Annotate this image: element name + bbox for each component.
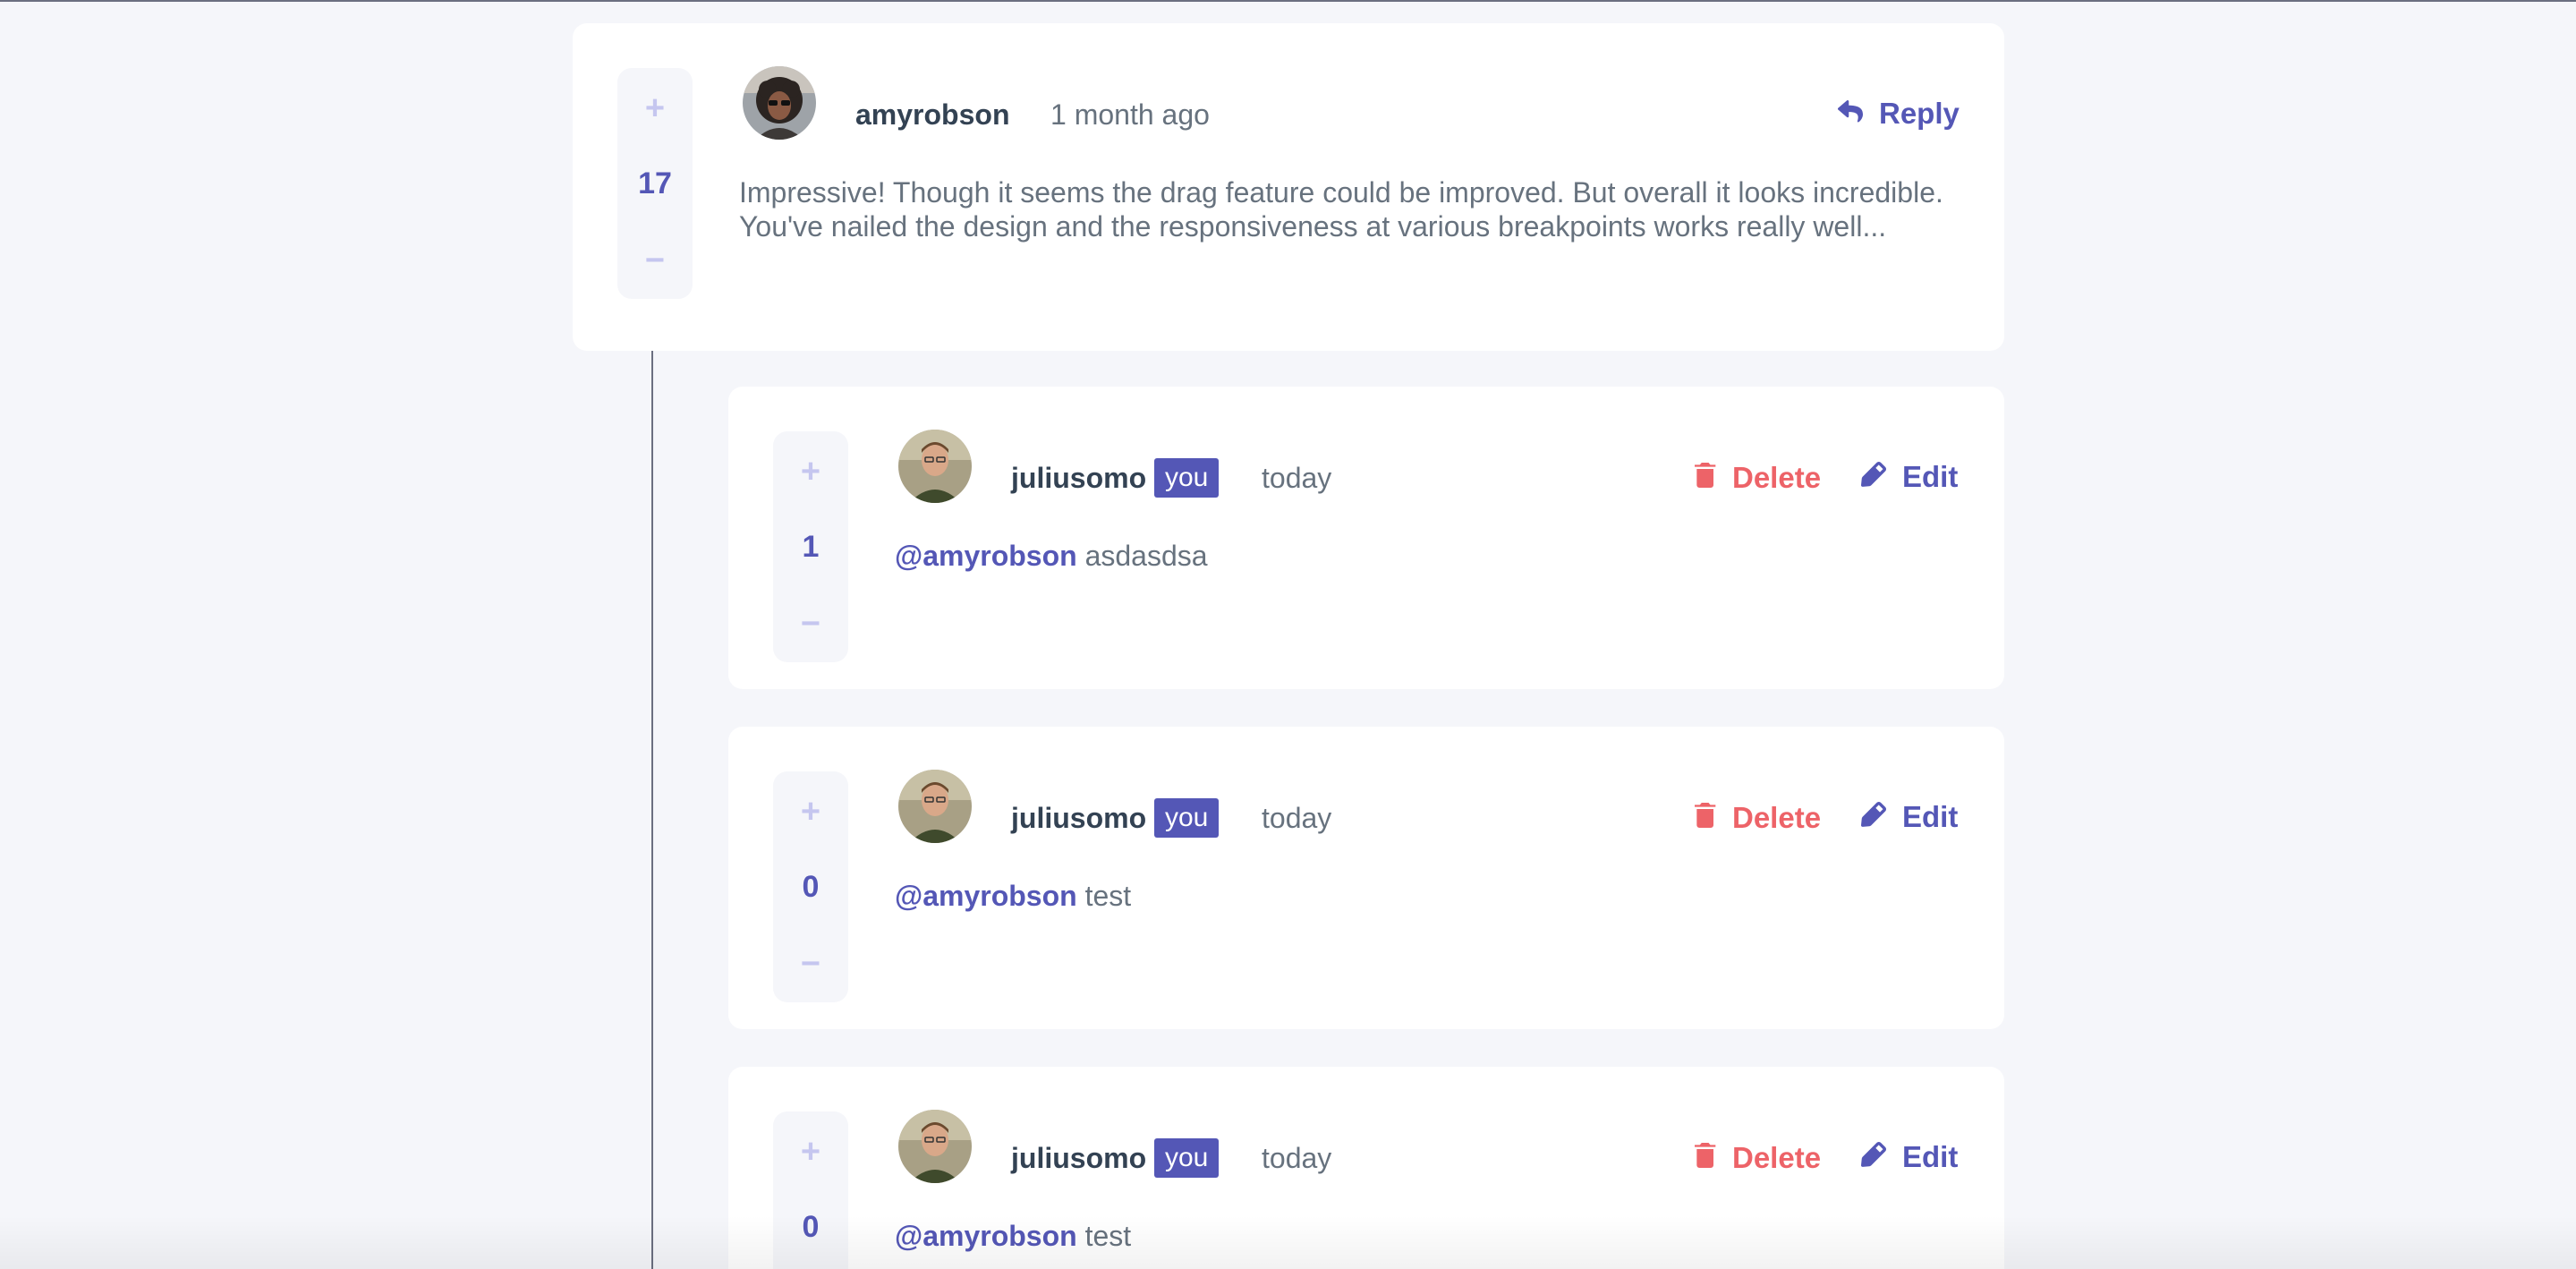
score-value: 0 [802, 870, 820, 904]
reply-icon [1838, 98, 1863, 128]
score-value: 17 [638, 166, 672, 200]
edit-button[interactable]: Edit [1861, 1142, 1958, 1171]
timestamp: today [1262, 462, 1332, 494]
trash-icon [1695, 462, 1716, 493]
reply-text: @amyrobson test [895, 879, 1951, 913]
avatar [743, 66, 816, 140]
delete-button[interactable]: Delete [1695, 802, 1821, 833]
reply-card: + 0 − juliusomo you today Delete Edit @a… [728, 727, 2004, 1029]
edit-label: Edit [1902, 800, 1959, 833]
downvote-button[interactable]: − [773, 607, 848, 641]
vote-control: + 1 − [773, 431, 848, 662]
you-badge: you [1154, 458, 1220, 498]
downvote-button[interactable]: − [617, 243, 693, 277]
comment-card: + 17 − amyrobson 1 month ago Reply Impre… [573, 23, 2004, 351]
pencil-icon [1861, 462, 1886, 491]
username[interactable]: juliusomo [1011, 804, 1146, 832]
vote-control: + 0 [773, 1111, 848, 1269]
score-value: 1 [802, 530, 820, 564]
comment-text: Impressive! Though it seems the drag fea… [739, 176, 1943, 243]
timestamp: 1 month ago [1050, 98, 1210, 131]
thread-line [651, 351, 653, 1269]
reply-content: test [1084, 1220, 1132, 1252]
downvote-button[interactable]: − [773, 947, 848, 981]
mention-link[interactable]: @amyrobson [895, 1220, 1077, 1252]
trash-icon [1695, 802, 1716, 833]
avatar [898, 430, 972, 503]
reply-text: @amyrobson asdasdsa [895, 539, 1951, 573]
reply-card: + 0 juliusomo you today Delete Edit @amy… [728, 1067, 2004, 1269]
vote-control: + 0 − [773, 771, 848, 1002]
delete-label: Delete [1732, 1141, 1822, 1174]
upvote-button[interactable]: + [773, 795, 848, 829]
mention-link[interactable]: @amyrobson [895, 540, 1077, 572]
reply-label: Reply [1879, 97, 1960, 130]
reply-content: asdasdsa [1084, 540, 1208, 572]
delete-label: Delete [1732, 461, 1822, 494]
comments-page: + 17 − amyrobson 1 month ago Reply Impre… [0, 0, 2576, 1269]
username[interactable]: juliusomo [1011, 464, 1146, 492]
avatar [898, 1110, 972, 1183]
pencil-icon [1861, 1142, 1886, 1171]
reply-content: test [1084, 880, 1132, 912]
edit-button[interactable]: Edit [1861, 462, 1958, 491]
upvote-button[interactable]: + [773, 455, 848, 489]
timestamp: today [1262, 1142, 1332, 1174]
mention-link[interactable]: @amyrobson [895, 880, 1077, 912]
delete-button[interactable]: Delete [1695, 462, 1821, 493]
edit-button[interactable]: Edit [1861, 802, 1958, 831]
score-value: 0 [802, 1210, 820, 1244]
vote-control: + 17 − [617, 68, 693, 299]
pencil-icon [1861, 802, 1886, 831]
avatar [898, 770, 972, 843]
edit-label: Edit [1902, 1140, 1959, 1173]
reply-button[interactable]: Reply [1838, 98, 1960, 128]
upvote-button[interactable]: + [617, 91, 693, 125]
username[interactable]: juliusomo [1011, 1144, 1146, 1172]
you-badge: you [1154, 798, 1220, 838]
timestamp: today [1262, 802, 1332, 834]
delete-button[interactable]: Delete [1695, 1142, 1821, 1173]
trash-icon [1695, 1142, 1716, 1173]
reply-text: @amyrobson test [895, 1219, 1951, 1253]
upvote-button[interactable]: + [773, 1135, 848, 1169]
username[interactable]: amyrobson [855, 100, 1009, 129]
edit-label: Edit [1902, 460, 1959, 493]
delete-label: Delete [1732, 801, 1822, 834]
reply-card: + 1 − juliusomo you today Delete Edit @a… [728, 387, 2004, 689]
you-badge: you [1154, 1138, 1220, 1178]
